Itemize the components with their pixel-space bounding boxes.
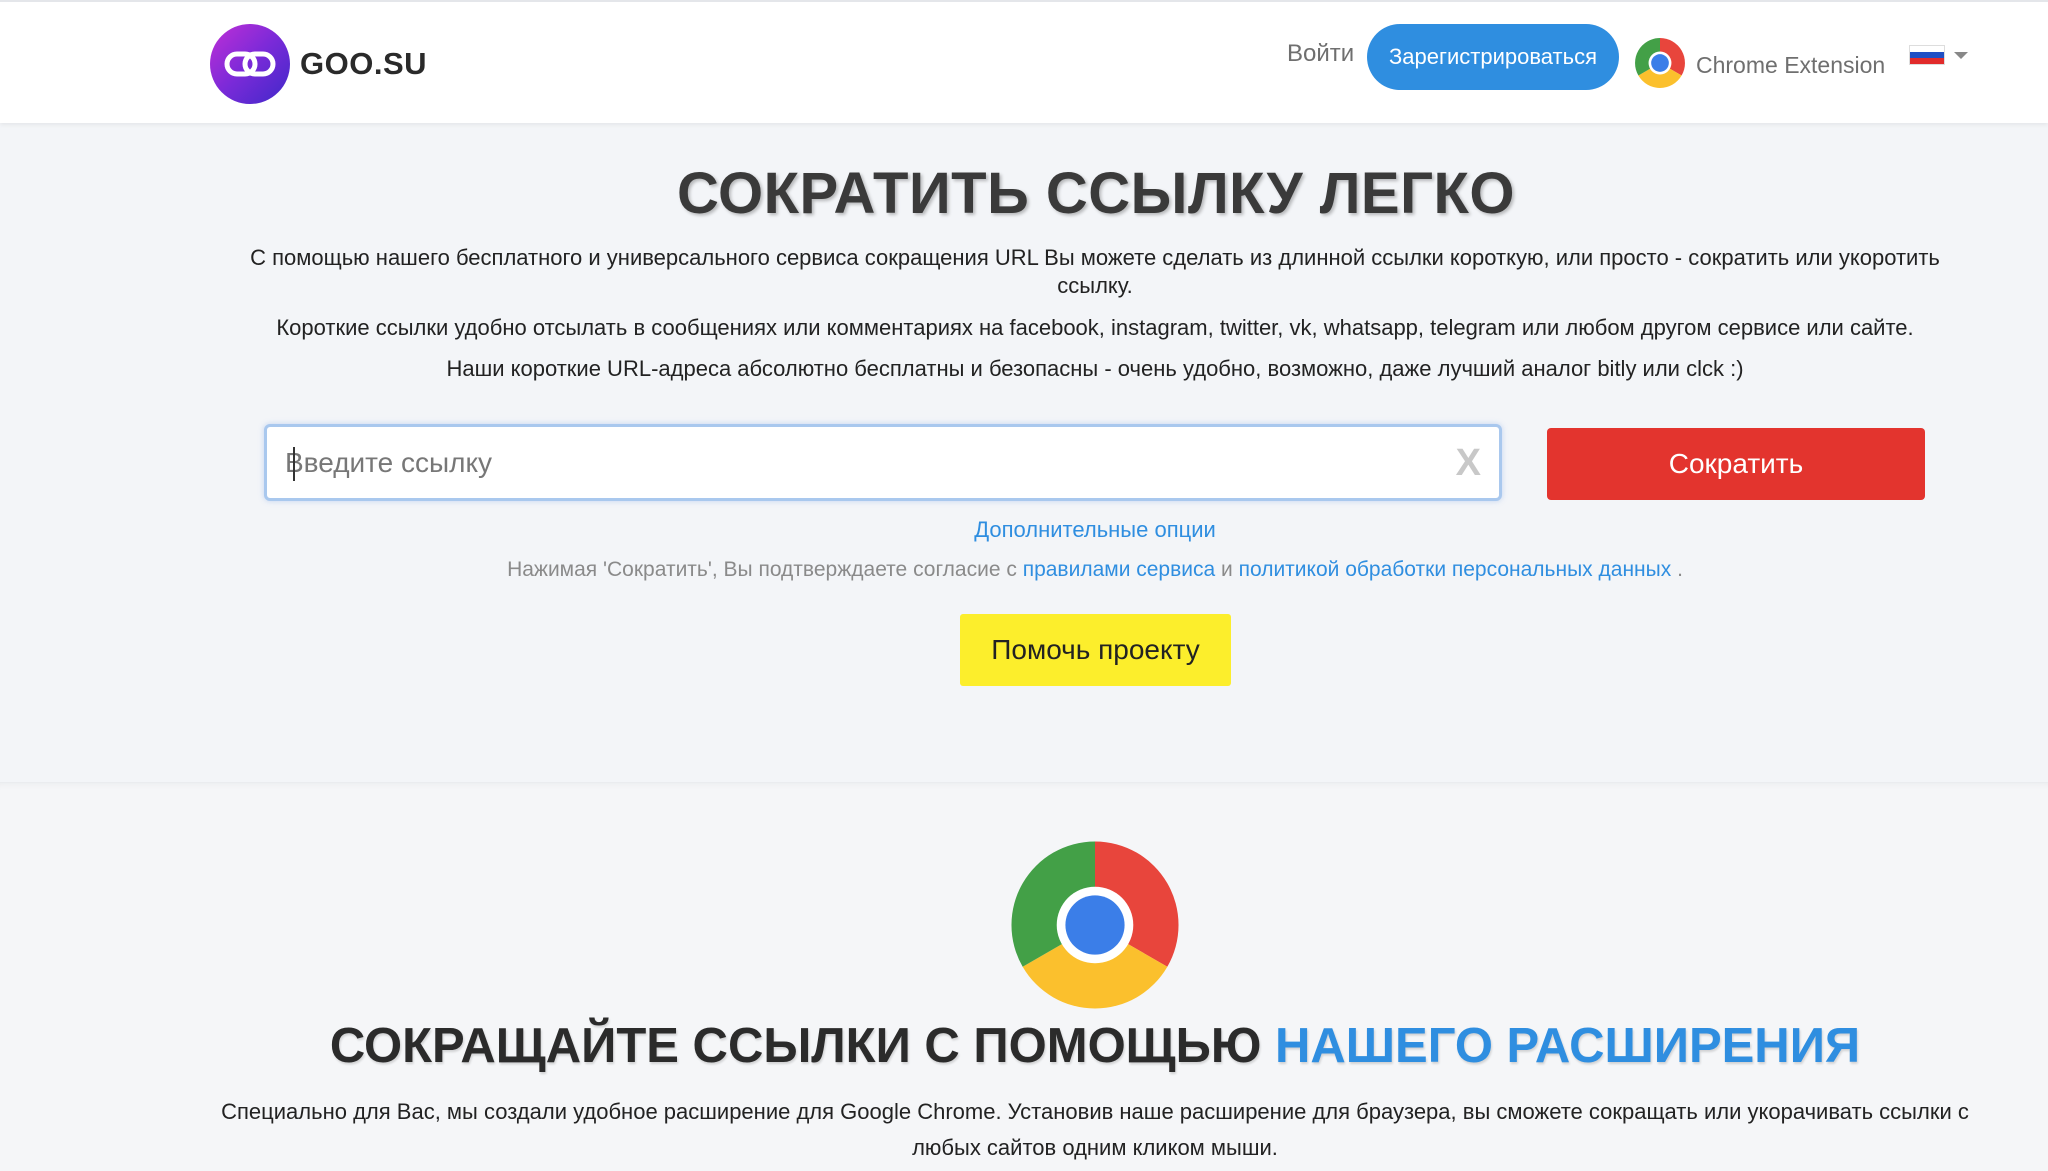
russia-flag-icon <box>1910 46 1944 64</box>
extension-section-title: СОКРАЩАЙТЕ ССЫЛКИ С ПОМОЩЬЮ НАШЕГО РАСШИ… <box>0 1018 2048 1074</box>
intro-paragraph-3: Наши короткие URL-адреса абсолютно беспл… <box>446 356 1744 381</box>
page-title: СОКРАТИТЬ ССЫЛКУ ЛЕГКО <box>677 161 1515 226</box>
extension-title-part1: СОКРАЩАЙТЕ ССЫЛКИ С ПОМОЩЬЮ <box>329 1019 1262 1073</box>
intro-paragraph-1: С помощью нашего бесплатного и универсал… <box>250 245 1940 298</box>
language-dropdown[interactable] <box>1910 46 1968 64</box>
site-logo[interactable]: GOO.SU <box>210 24 427 104</box>
chrome-extension-label: Chrome Extension <box>1696 52 1886 78</box>
caret-down-icon <box>1954 51 1968 59</box>
extension-title-part2: НАШЕГО РАСШИРЕНИЯ <box>1275 1019 1861 1073</box>
intro-paragraph-2: Короткие ссылки удобно отсылать в сообще… <box>276 315 1914 340</box>
text-cursor <box>293 447 295 481</box>
url-input-box: X <box>264 424 1502 501</box>
url-input[interactable] <box>285 437 1405 489</box>
shorten-button[interactable]: Сократить <box>1547 428 1925 500</box>
extra-options-link[interactable]: Дополнительные опции <box>0 517 2048 543</box>
site-header: GOO.SU Войти Зарегистрироваться Chrome E… <box>0 0 2048 123</box>
chain-link-icon <box>210 24 290 104</box>
extension-description: Специально для Вас, мы создали удобное р… <box>221 1099 1969 1160</box>
chrome-extension-link[interactable]: Chrome Extension <box>1634 37 1885 94</box>
consent-text: Нажимая 'Сократить', Вы подтверждаете со… <box>0 558 2048 582</box>
privacy-policy-link[interactable]: политикой обработки персональных данных <box>1239 558 1672 581</box>
consent-prefix: Нажимая 'Сократить', Вы подтверждаете со… <box>507 558 1017 581</box>
chrome-icon <box>1634 37 1686 94</box>
clear-input-button[interactable]: X <box>1456 441 1481 485</box>
consent-suffix: . <box>1677 558 1683 581</box>
terms-link[interactable]: правилами сервиса <box>1023 558 1215 581</box>
consent-and: и <box>1221 558 1233 581</box>
register-button[interactable]: Зарегистрироваться <box>1367 24 1619 90</box>
logo-text: GOO.SU <box>300 46 428 81</box>
login-link[interactable]: Войти <box>1287 40 1354 68</box>
chrome-logo-icon <box>1008 838 1182 1017</box>
help-project-button[interactable]: Помочь проекту <box>960 614 1231 686</box>
